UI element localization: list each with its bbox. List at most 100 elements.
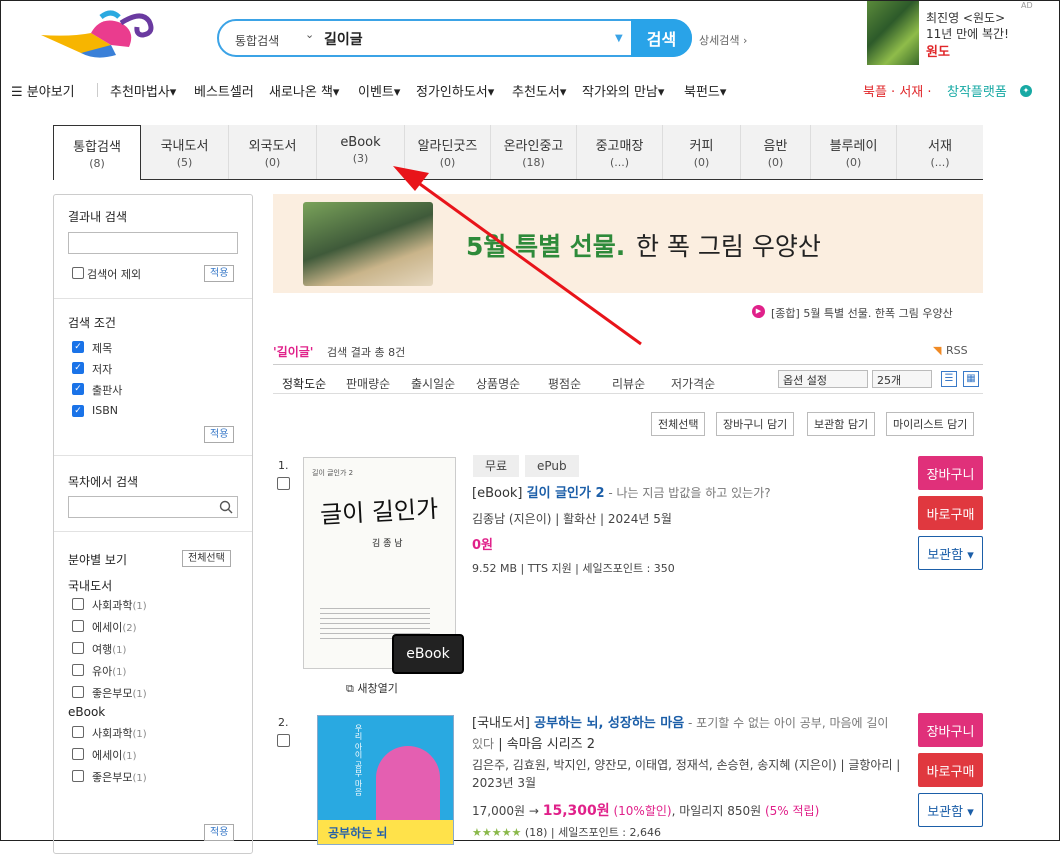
category-checkbox[interactable] (72, 620, 84, 632)
ad-line1[interactable]: 최진영 <원도> (926, 9, 1005, 26)
tab-count: (18) (522, 156, 545, 169)
add-to-cart-all-button[interactable]: 장바구니 담기 (716, 412, 795, 436)
sort-rating[interactable]: 평점순 (548, 375, 581, 392)
condition-isbn-checkbox[interactable]: ✓ (72, 405, 84, 417)
category-menu-button[interactable]: ☰ 분야보기 (11, 81, 75, 100)
autocomplete-toggle-icon[interactable]: ▼ (615, 33, 623, 44)
search-icon[interactable] (219, 500, 233, 514)
conditions-apply-button[interactable]: 적용 (204, 426, 235, 443)
tab-count: (0) (693, 156, 710, 169)
add-to-cart-button[interactable]: 장바구니 (918, 456, 983, 490)
sort-reviews[interactable]: 리뷰순 (612, 375, 645, 392)
cover-title: 글이 길인가 (319, 494, 439, 530)
condition-author-checkbox[interactable]: ✓ (72, 362, 84, 374)
wishlist-button[interactable]: 보관함 ▾ (918, 536, 983, 570)
category-item: 에세이(1) (92, 749, 137, 762)
category-item: 좋은부모(1) (92, 771, 147, 784)
condition-title-checkbox[interactable]: ✓ (72, 341, 84, 353)
book-cover[interactable]: 우리 아이 공부 마음 공부하는 뇌 (317, 715, 454, 845)
nav-item-events[interactable]: 이벤트▾ (358, 81, 400, 100)
item-checkbox[interactable] (277, 734, 290, 747)
condition-label: 저자 (92, 363, 113, 376)
item-checkbox[interactable] (277, 477, 290, 490)
exclude-keyword-checkbox[interactable] (72, 267, 84, 279)
sort-lowest-price[interactable]: 저가격순 (671, 375, 715, 392)
search-category-select[interactable]: 통합검색 (235, 32, 279, 49)
category-select-all-button[interactable]: 전체선택 (182, 550, 231, 567)
item-meta: 김종남 (지은이) | 활화산 | 2024년 5월 (472, 512, 672, 526)
ad-book-cover[interactable] (867, 1, 919, 65)
nav-item-author-meet[interactable]: 작가와의 만남▾ (582, 81, 664, 100)
list-view-icon[interactable]: ☰ (941, 371, 957, 387)
nav-item-price-down[interactable]: 정가인하도서▾ (416, 81, 494, 100)
ad-line3[interactable]: 원도 (926, 41, 950, 60)
condition-publisher-checkbox[interactable]: ✓ (72, 383, 84, 395)
tab-coffee[interactable]: 커피 (0) (663, 125, 741, 179)
category-item: 사회과학(1) (92, 727, 147, 740)
tab-all[interactable]: 통합검색 (8) (53, 125, 141, 180)
item-title[interactable]: [eBook] 길이 글인가 2 - 나는 지금 밥값을 하고 있는가? (472, 483, 902, 504)
grid-view-icon[interactable]: ▦ (963, 371, 979, 387)
tab-foreign-books[interactable]: 외국도서 (0) (229, 125, 317, 179)
buy-now-button[interactable]: 바로구매 (918, 753, 983, 787)
tab-used-store[interactable]: 중고매장 (...) (577, 125, 663, 179)
sort-accuracy[interactable]: 정확도순 (282, 375, 326, 392)
advanced-search-link[interactable]: 상세검색 › (699, 32, 747, 48)
sort-release[interactable]: 출시일순 (411, 375, 455, 392)
nav-item-bestseller[interactable]: 베스트셀러 (194, 81, 254, 100)
within-search-apply-button[interactable]: 적용 (204, 265, 235, 282)
sort-sales[interactable]: 판매량순 (346, 375, 390, 392)
sparkle-icon: ✦ (1020, 85, 1032, 97)
cover-bottom-title: 공부하는 뇌 (318, 820, 453, 844)
open-new-window-link[interactable]: ⧉ 새창열기 (346, 680, 398, 696)
nav-creation-platform[interactable]: 창작플랫폼 (947, 81, 1007, 100)
banner-caption-link[interactable]: [종합] 5월 특별 선물. 한폭 그림 우양산 (771, 305, 953, 321)
cover-side-text: 우리 아이 공부 마음 (354, 724, 363, 796)
select-all-button[interactable]: 전체선택 (651, 412, 706, 436)
tab-music[interactable]: 음반 (0) (741, 125, 811, 179)
option-select[interactable]: 옵션 설정 (778, 370, 868, 388)
tab-ebook[interactable]: eBook (3) (317, 125, 405, 179)
tab-online-used[interactable]: 온라인중고 (18) (491, 125, 577, 179)
add-to-mylist-all-button[interactable]: 마이리스트 담기 (886, 412, 975, 436)
category-checkbox[interactable] (72, 770, 84, 782)
add-to-cart-button[interactable]: 장바구니 (918, 713, 983, 747)
tab-bluray[interactable]: 블루레이 (0) (811, 125, 897, 179)
rss-link[interactable]: RSS (946, 344, 968, 357)
toc-search-input[interactable] (68, 496, 238, 518)
tab-library[interactable]: 서재 (...) (897, 125, 983, 179)
search-box: 통합검색 ⌄ ▼ 검색 (217, 19, 692, 57)
wishlist-button[interactable]: 보관함 ▾ (918, 793, 983, 827)
category-checkbox[interactable] (72, 642, 84, 654)
rss-icon[interactable]: ◥ (933, 344, 941, 357)
search-input[interactable] (324, 29, 594, 49)
nav-item-bookfund[interactable]: 북펀드▾ (684, 81, 726, 100)
nav-item-recommended[interactable]: 추천도서▾ (512, 81, 566, 100)
category-checkbox[interactable] (72, 748, 84, 760)
tab-label: 온라인중고 (503, 139, 564, 154)
banner-title-highlight: 5월 특별 선물. (466, 232, 626, 261)
add-to-wishlist-all-button[interactable]: 보관함 담기 (807, 412, 876, 436)
buy-now-button[interactable]: 바로구매 (918, 496, 983, 530)
nav-item-recommend-wizard[interactable]: 추천마법사▾ (110, 81, 176, 100)
category-checkbox[interactable] (72, 598, 84, 610)
promo-banner[interactable]: 5월 특별 선물. 한 폭 그림 우양산 (273, 194, 983, 293)
tab-domestic-books[interactable]: 국내도서 (5) (141, 125, 229, 179)
ad-line2[interactable]: 11년 만에 복간! (926, 25, 1009, 42)
nav-bookple-library[interactable]: 북플 · 서재 · (863, 81, 932, 100)
category-checkbox[interactable] (72, 664, 84, 676)
chevron-down-icon[interactable]: ⌄ (305, 28, 314, 41)
tab-goods[interactable]: 알라딘굿즈 (0) (405, 125, 491, 179)
item-title[interactable]: [국내도서] 공부하는 뇌, 성장하는 마음 - 포기할 수 없는 아이 공부,… (472, 713, 902, 755)
category-checkbox[interactable] (72, 726, 84, 738)
aladin-logo[interactable] (41, 5, 161, 65)
nav-item-new-books[interactable]: 새로나온 책▾ (269, 81, 339, 100)
sort-name[interactable]: 상품명순 (476, 375, 520, 392)
search-button[interactable]: 검색 (631, 19, 692, 57)
within-search-input[interactable] (68, 232, 238, 254)
tab-label: 국내도서 (160, 139, 209, 154)
category-apply-button[interactable]: 적용 (204, 824, 235, 841)
tab-count: (0) (767, 156, 784, 169)
category-checkbox[interactable] (72, 686, 84, 698)
page-size-select[interactable]: 25개 (872, 370, 932, 388)
